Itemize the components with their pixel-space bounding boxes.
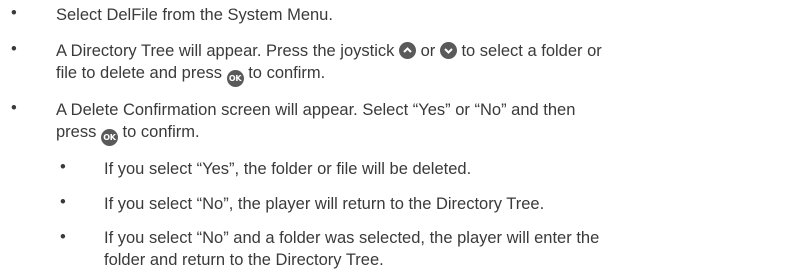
step-2-text: file to delete and press xyxy=(56,64,223,82)
bullet: • xyxy=(11,4,17,22)
step-2-text: or xyxy=(420,42,436,60)
sub-step-1-text: If you select “Yes”, the folder or file … xyxy=(104,160,472,178)
sub-bullet: • xyxy=(60,193,66,211)
sub-bullet: • xyxy=(60,158,66,176)
sub-step-2: If you select “No”, the player will retu… xyxy=(104,193,544,215)
sub-step-1: If you select “Yes”, the folder or file … xyxy=(104,158,471,180)
sub-step-3-text: folder and return to the Directory Tree. xyxy=(104,251,384,269)
sub-step-2-text: If you select “No”, the player will retu… xyxy=(104,195,545,213)
joystick-down-icon xyxy=(439,42,457,59)
bullet: • xyxy=(11,40,17,58)
joystick-up-icon xyxy=(398,42,416,59)
step-3-text: A Delete Confirmation screen will appear… xyxy=(56,101,576,119)
step-3-text: press xyxy=(56,123,97,141)
step-2: A Directory Tree will appear. Press the … xyxy=(56,40,602,87)
bullet: • xyxy=(11,99,17,117)
ok-button-icon: OK xyxy=(100,129,118,146)
sub-step-3: If you select “No” and a folder was sele… xyxy=(104,227,599,271)
sub-bullet: • xyxy=(60,228,66,246)
step-2-text: to select a folder or xyxy=(461,42,602,60)
step-1-text: Select DelFile from the System Menu. xyxy=(56,6,333,24)
ok-button-icon: OK xyxy=(226,70,244,87)
instructions-page: • Select DelFile from the System Menu. •… xyxy=(0,0,793,271)
step-1: Select DelFile from the System Menu. xyxy=(56,4,333,26)
step-3: A Delete Confirmation screen will appear… xyxy=(56,99,575,146)
sub-step-3-text: If you select “No” and a folder was sele… xyxy=(104,229,600,247)
step-2-text: to confirm. xyxy=(248,64,326,82)
step-2-text: A Directory Tree will appear. Press the … xyxy=(56,42,395,60)
step-3-text: to confirm. xyxy=(122,123,200,141)
